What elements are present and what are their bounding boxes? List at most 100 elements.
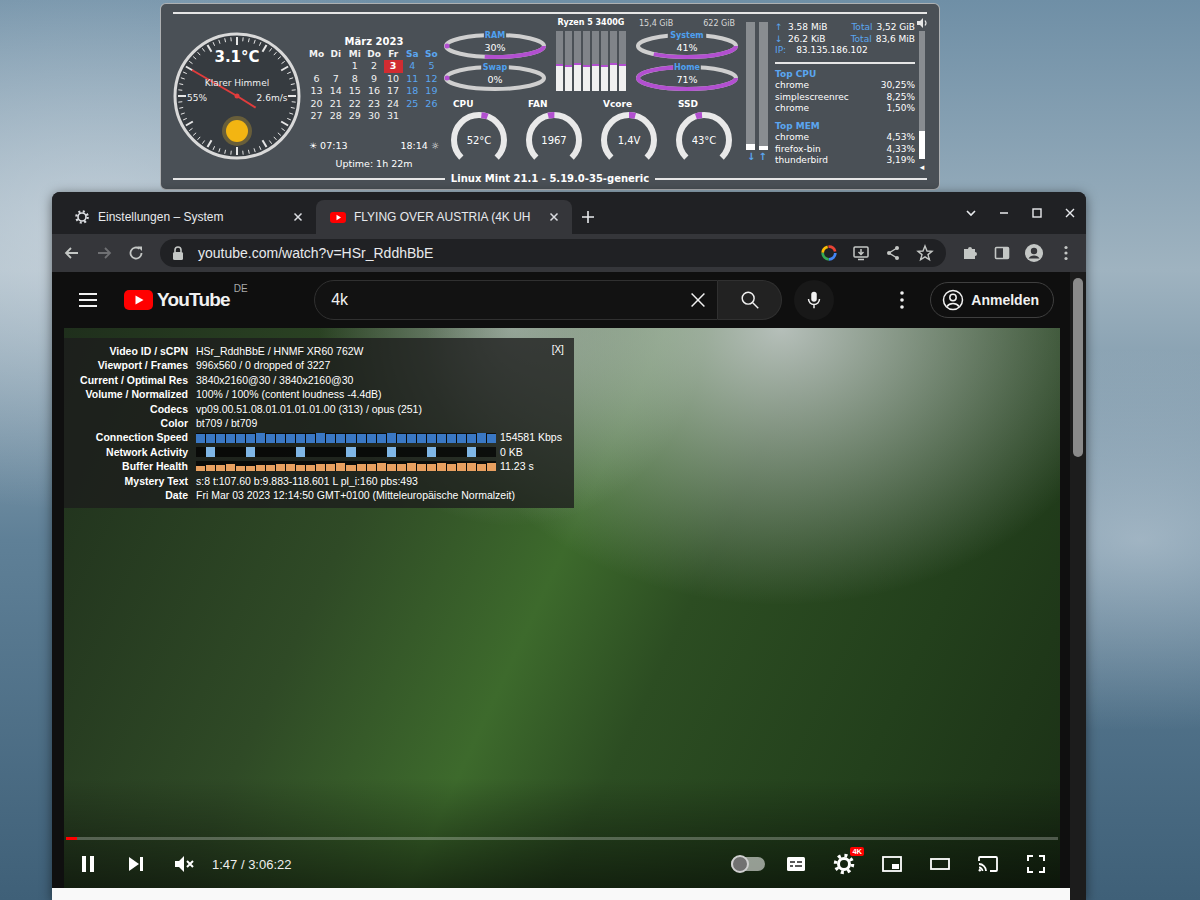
settings-menu-button[interactable]: [882, 280, 922, 320]
clear-icon[interactable]: [687, 289, 709, 311]
calendar-day: 24: [384, 98, 403, 110]
stats-close-button[interactable]: [X]: [552, 343, 564, 357]
subtitles-button[interactable]: [772, 842, 820, 886]
side-panel-button[interactable]: [988, 239, 1016, 267]
google-lens-icon[interactable]: [820, 244, 838, 262]
sign-in-button[interactable]: Anmelden: [930, 282, 1054, 318]
svg-text:RAM: RAM: [485, 31, 505, 40]
calendar-day: 3: [384, 60, 403, 72]
cast-icon: [976, 852, 1000, 876]
weekday: Mi: [345, 48, 364, 60]
minimize-button[interactable]: [987, 192, 1020, 234]
calendar-day: 21: [326, 98, 345, 110]
calendar-day: 4: [403, 60, 422, 72]
calendar-day: 12: [422, 73, 441, 85]
url[interactable]: youtube.com/watch?v=HSr_RddhBbE: [198, 245, 433, 261]
theater-button[interactable]: [916, 842, 964, 886]
calendar-week: 2728293031: [307, 110, 441, 122]
close-tab-icon[interactable]: [290, 209, 306, 225]
settings-button[interactable]: 4K: [820, 842, 868, 886]
usage-ring: Home71%: [633, 62, 741, 92]
new-tab-button[interactable]: [572, 200, 604, 234]
close-tab-icon[interactable]: [546, 209, 562, 225]
install-icon[interactable]: [852, 244, 870, 262]
kebab-menu-icon: [890, 288, 914, 312]
weekday: Sa: [403, 48, 422, 60]
conky-widget: 3.1°CKlarer Himmel55%2.6m/sMärz 2023MoDi…: [160, 3, 940, 190]
scrollbar-thumb[interactable]: [1073, 278, 1083, 457]
video-player[interactable]: [X]Video ID / sCPNHSr_RddhBbE / HNMF XR6…: [64, 328, 1060, 888]
traffic-line: ↑3.58 MiBTotal3,52 GiB: [775, 22, 915, 34]
search-button[interactable]: [718, 280, 782, 320]
arrow: ↑: [759, 150, 767, 164]
forward-button[interactable]: [90, 239, 118, 267]
fullscreen-button[interactable]: [1012, 842, 1060, 886]
calendar-weekdays: MoDiMiDoFrSaSo: [307, 48, 441, 60]
maximize-button[interactable]: [1020, 192, 1053, 234]
youtube-play-icon: [124, 290, 153, 310]
speaker-icon: [917, 18, 928, 28]
mute-button[interactable]: [160, 842, 208, 886]
miniplayer-button[interactable]: [868, 842, 916, 886]
profile-button[interactable]: [1020, 239, 1048, 267]
region-code: DE: [234, 283, 248, 294]
search-field[interactable]: 4k: [314, 280, 718, 320]
calendar-week: 6789101112: [307, 73, 441, 85]
weekday: So: [422, 48, 441, 60]
star-icon[interactable]: [916, 244, 934, 262]
stats-row: Current / Optimal Res3840x2160@30 / 3840…: [72, 373, 562, 387]
usage-ring: RAM30%: [441, 30, 549, 60]
process-row: chrome4,53%: [775, 132, 915, 144]
progress-bar[interactable]: [66, 837, 1058, 840]
calendar-day: 22: [345, 98, 364, 110]
stats-graph: [196, 461, 496, 471]
youtube-header: YouTubeDE 4k Anmelden: [52, 272, 1070, 328]
share-icon[interactable]: [884, 244, 902, 262]
svg-text:0%: 0%: [487, 74, 502, 85]
gauge-dial-icon: 52°C: [445, 110, 513, 170]
core-bar: [556, 31, 563, 91]
top-list: Top CPUchrome30,25%simplescreenrec8,25%c…: [775, 69, 915, 115]
microphone-icon: [803, 289, 825, 311]
back-button[interactable]: [58, 239, 86, 267]
menu-button[interactable]: [1052, 239, 1080, 267]
youtube-logo[interactable]: YouTubeDE: [124, 289, 248, 311]
extensions-button[interactable]: [956, 239, 984, 267]
calendar-day: 2: [364, 60, 383, 72]
browser-tab[interactable]: FLYING OVER AUSTRIA (4K UH: [316, 200, 572, 234]
minimize-icon: [997, 206, 1011, 220]
browser-tab[interactable]: Einstellungen – System: [60, 200, 316, 234]
system-stats: RAM30%Swap0%Ryzen 5 3400G15,4 GiB622 GiB…: [441, 14, 743, 172]
forward-arrow-icon: [95, 244, 113, 262]
cpu-model: Ryzen 5 3400G: [558, 17, 625, 29]
gauge-dial-icon: 43°C: [670, 110, 738, 170]
tab-search-button[interactable]: [954, 192, 987, 234]
cast-button[interactable]: [964, 842, 1012, 886]
volume[interactable]: ◂: [915, 14, 929, 172]
autoplay-toggle[interactable]: [724, 842, 772, 886]
process-row: firefox-bin4,33%: [775, 144, 915, 156]
address-bar[interactable]: youtube.com/watch?v=HSr_RddhBbE: [160, 239, 946, 267]
next-button[interactable]: [112, 842, 160, 886]
weekday: Di: [326, 48, 345, 60]
core-bar: [574, 31, 581, 91]
calendar-day: 26: [422, 98, 441, 110]
scrollbar[interactable]: [1070, 272, 1086, 900]
volume-bar[interactable]: [919, 31, 925, 159]
weekday: Fr: [384, 48, 403, 60]
weekday: Mo: [307, 48, 326, 60]
svg-text:System: System: [670, 31, 703, 40]
calendar-week: 13141516171819: [307, 85, 441, 97]
tab-strip: Einstellungen – SystemFLYING OVER AUSTRI…: [52, 192, 1086, 234]
calendar-day: 25: [403, 98, 422, 110]
profile-icon: [1024, 243, 1044, 263]
voice-search-button[interactable]: [794, 280, 834, 320]
usage-ring: System41%: [633, 30, 741, 60]
svg-text:71%: 71%: [676, 74, 697, 85]
play-pause-button[interactable]: [64, 842, 112, 886]
gauge: CPU52°C: [441, 98, 516, 172]
close-window-button[interactable]: [1053, 192, 1086, 234]
reload-button[interactable]: [122, 239, 150, 267]
back-arrow-icon: [63, 244, 81, 262]
menu-button[interactable]: [76, 280, 100, 320]
